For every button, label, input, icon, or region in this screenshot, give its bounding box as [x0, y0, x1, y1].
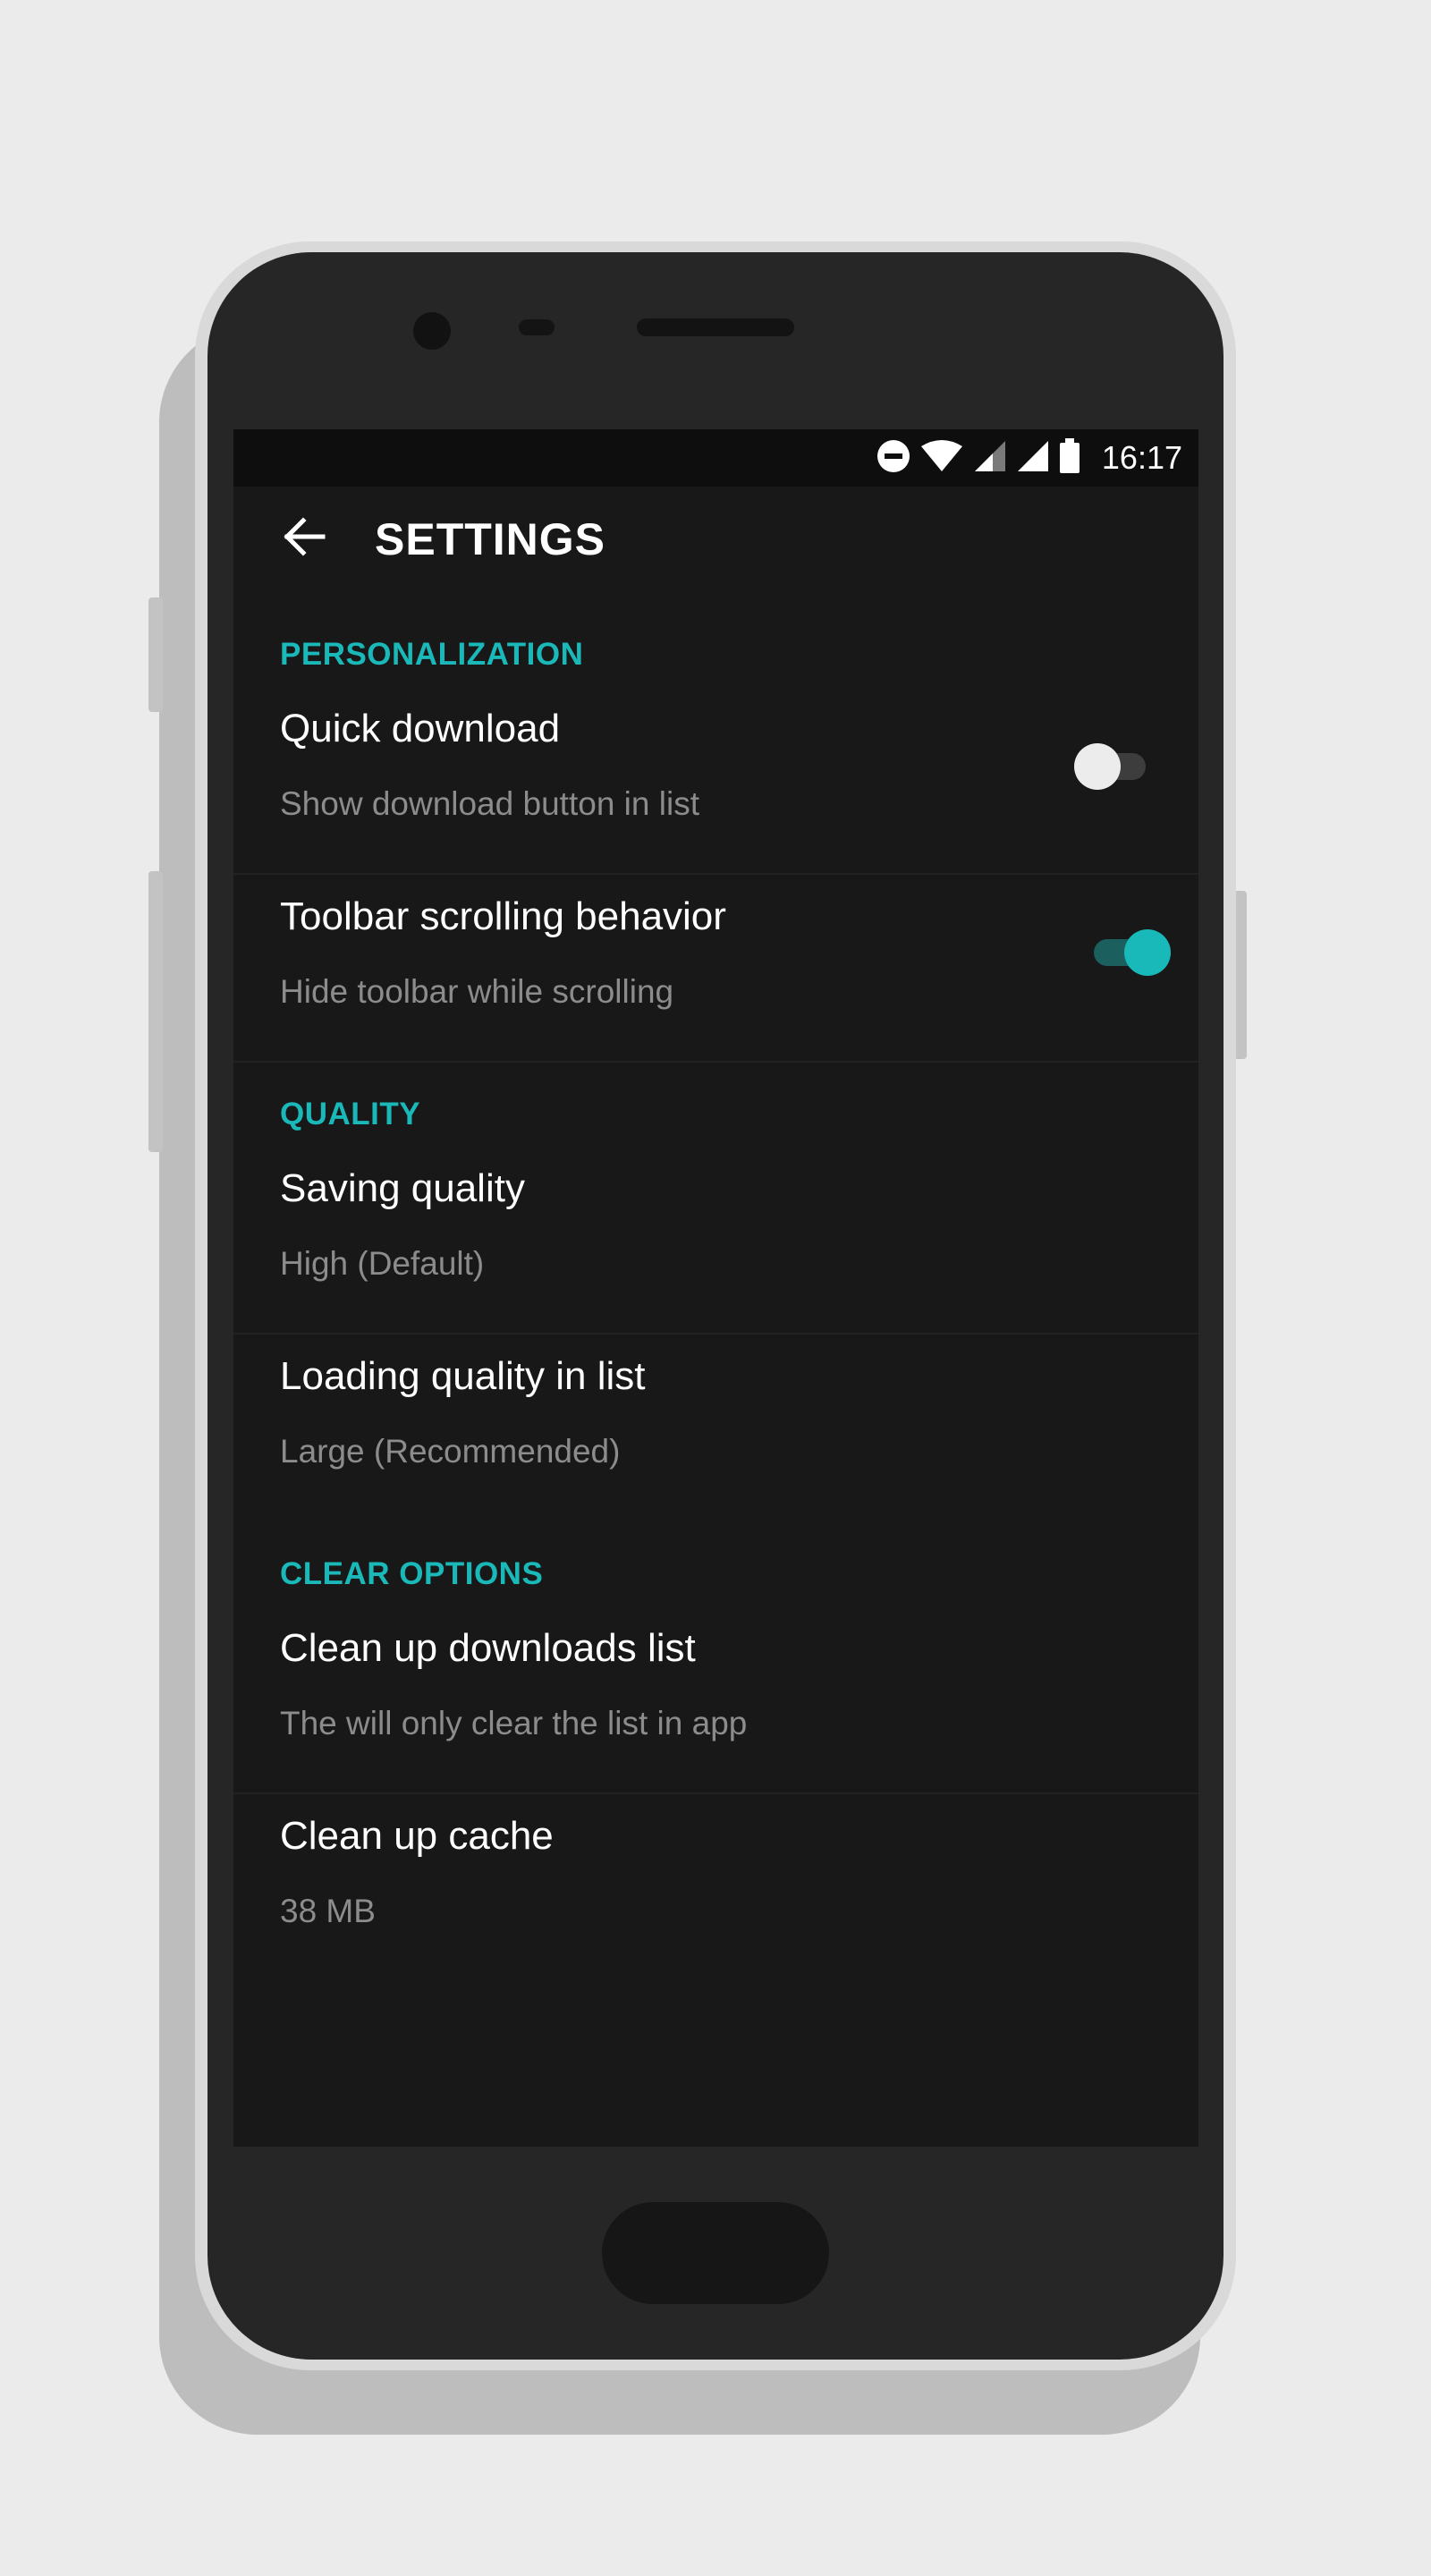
- front-camera: [413, 312, 451, 350]
- signal-icon: [1016, 439, 1050, 478]
- status-icons: 16:17: [876, 437, 1182, 479]
- app-bar: SETTINGS: [233, 487, 1198, 590]
- divider: [233, 1061, 1198, 1063]
- section-header-clear-options: CLEAR OPTIONS: [280, 1556, 544, 1591]
- signal-icon: [973, 439, 1007, 478]
- arrow-back-icon: [284, 516, 326, 561]
- do-not-disturb-icon: [876, 439, 910, 478]
- pref-quick-download[interactable]: Quick download Show download button in l…: [233, 687, 1198, 875]
- section-header-quality: QUALITY: [280, 1097, 421, 1131]
- battery-icon: [1059, 437, 1080, 479]
- pref-title: Clean up cache: [280, 1814, 554, 1858]
- wifi-icon: [919, 439, 964, 478]
- switch-thumb: [1074, 743, 1121, 790]
- toolbar-scrolling-switch[interactable]: [1094, 925, 1171, 979]
- pref-summary: Show download button in list: [280, 785, 699, 822]
- pref-toolbar-scrolling[interactable]: Toolbar scrolling behavior Hide toolbar …: [233, 875, 1198, 1063]
- device-side-button: [148, 871, 163, 1152]
- pref-summary: 38 MB: [280, 1893, 376, 1929]
- pref-summary: Hide toolbar while scrolling: [280, 973, 674, 1010]
- device-side-button: [148, 597, 163, 712]
- quick-download-switch[interactable]: [1074, 739, 1146, 792]
- back-button[interactable]: [278, 512, 332, 565]
- pref-summary: The will only clear the list in app: [280, 1705, 748, 1741]
- pref-saving-quality[interactable]: Saving quality High (Default): [233, 1147, 1198, 1335]
- pref-summary: Large (Recommended): [280, 1433, 621, 1470]
- pref-summary: High (Default): [280, 1245, 485, 1282]
- status-time: 16:17: [1101, 439, 1182, 476]
- pref-clean-cache[interactable]: Clean up cache 38 MB: [233, 1794, 1198, 1982]
- pref-loading-quality[interactable]: Loading quality in list Large (Recommend…: [233, 1335, 1198, 1522]
- pref-title: Loading quality in list: [280, 1354, 646, 1398]
- section-header-personalization: PERSONALIZATION: [280, 637, 584, 672]
- pref-title: Toolbar scrolling behavior: [280, 894, 726, 938]
- pref-title: Saving quality: [280, 1166, 525, 1210]
- earpiece-speaker: [637, 318, 794, 336]
- page-title: SETTINGS: [375, 514, 606, 564]
- pref-title: Clean up downloads list: [280, 1626, 696, 1670]
- pref-clean-downloads[interactable]: Clean up downloads list The will only cl…: [233, 1606, 1198, 1794]
- switch-thumb: [1124, 929, 1171, 976]
- proximity-sensor: [519, 319, 555, 335]
- status-bar: 16:17: [233, 429, 1198, 487]
- pref-title: Quick download: [280, 707, 561, 750]
- screen: 16:17 SETTINGS PERSONALIZATION Quick dow…: [233, 429, 1198, 2147]
- home-button[interactable]: [602, 2202, 829, 2304]
